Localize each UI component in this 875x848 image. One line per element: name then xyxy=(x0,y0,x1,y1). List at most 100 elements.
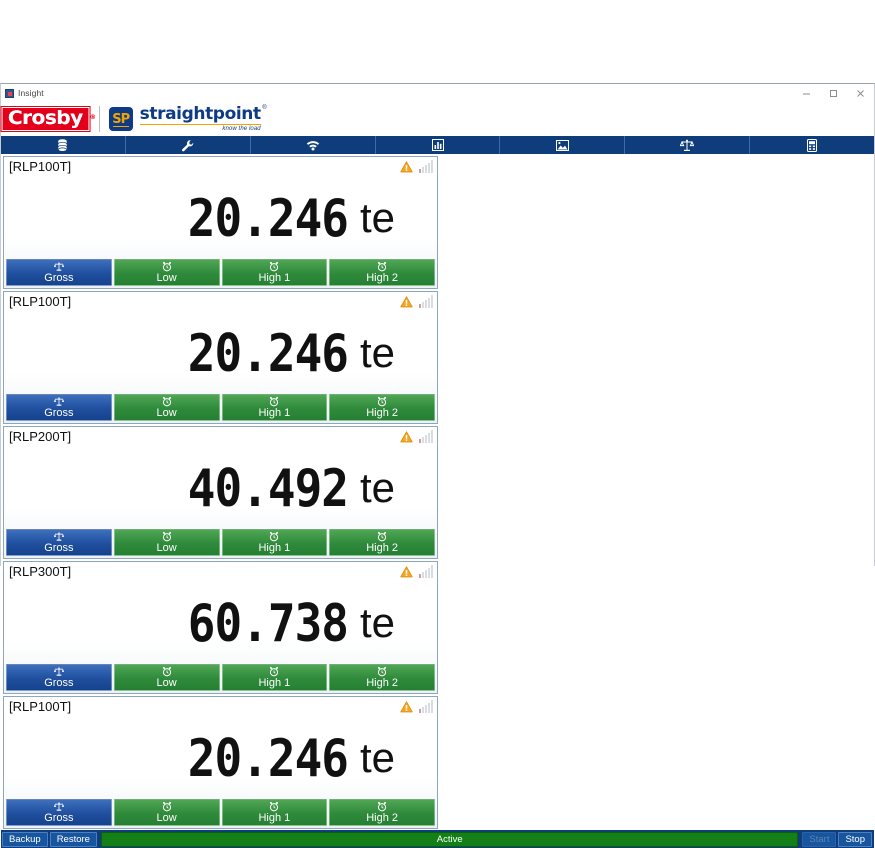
image-icon xyxy=(555,139,569,151)
window-title: Insight xyxy=(18,88,44,98)
alarm-clock-icon xyxy=(377,666,387,677)
alarm-clock-icon xyxy=(269,666,279,677)
panel-button-label: High 2 xyxy=(366,677,399,689)
measurement-panel[interactable]: [RLP100T] 20.246 te Gross Low High 1 High 2 xyxy=(3,696,438,829)
close-icon[interactable] xyxy=(847,84,874,102)
panel-status-icons xyxy=(400,699,433,713)
panel-button-low[interactable]: Low xyxy=(113,394,220,421)
measurement-panel[interactable]: [RLP200T] 40.492 te Gross Low High 1 High 2 xyxy=(3,426,438,559)
panel-button-high-2[interactable]: High 2 xyxy=(329,259,435,286)
warning-icon xyxy=(400,160,413,173)
scales-icon xyxy=(53,531,65,542)
panel-grid: [RLP100T] 20.246 te Gross Low High 1 High 2 [RL… xyxy=(2,155,874,830)
signal-strength-icon xyxy=(419,565,433,578)
panel-button-high-1[interactable]: High 1 xyxy=(221,259,328,286)
panel-title: [RLP100T] xyxy=(9,699,72,714)
panel-header: [RLP100T] xyxy=(4,292,437,312)
alarm-clock-icon xyxy=(269,801,279,812)
toolbar-item-image[interactable] xyxy=(500,136,626,154)
wifi-icon xyxy=(306,139,320,151)
start-button[interactable]: Start xyxy=(802,831,837,847)
scales-icon xyxy=(53,261,65,272)
panel-button-high-2[interactable]: High 2 xyxy=(329,394,435,421)
measurement-panel[interactable]: [RLP100T] 20.246 te Gross Low High 1 High 2 xyxy=(3,291,438,424)
minimize-icon[interactable] xyxy=(793,84,820,102)
reading-unit: te xyxy=(359,464,395,511)
bar-chart-icon xyxy=(431,139,444,151)
panel-button-high-2[interactable]: High 2 xyxy=(329,664,435,691)
restore-icon[interactable] xyxy=(820,84,847,102)
alarm-clock-icon xyxy=(269,396,279,407)
panel-title: [RLP100T] xyxy=(9,294,72,309)
panel-button-low[interactable]: Low xyxy=(113,799,220,826)
reading-unit: te xyxy=(359,599,395,646)
panel-button-high-1[interactable]: High 1 xyxy=(221,799,328,826)
stop-button[interactable]: Stop xyxy=(838,831,872,847)
panel-header: [RLP100T] xyxy=(4,697,437,717)
toolbar-item-database[interactable] xyxy=(1,136,126,154)
crosby-wordmark: Crosby xyxy=(7,107,83,129)
measurement-panel[interactable]: [RLP100T] 20.246 te Gross Low High 1 High 2 xyxy=(3,156,438,289)
panel-button-row: Gross Low High 1 High 2 xyxy=(4,664,437,693)
measurement-panel[interactable]: [RLP300T] 60.738 te Gross Low High 1 High 2 xyxy=(3,561,438,694)
title-bar-left: Insight xyxy=(1,88,44,98)
panel-button-label: Gross xyxy=(44,677,74,689)
panel-button-high-1[interactable]: High 1 xyxy=(221,664,328,691)
panel-button-high-1[interactable]: High 1 xyxy=(221,394,328,421)
toolbar-item-device[interactable] xyxy=(750,136,874,154)
signal-strength-icon xyxy=(419,700,433,713)
app-icon xyxy=(5,88,14,98)
straightpoint-logo: straightpoint ® know the load xyxy=(139,104,267,132)
panel-button-high-2[interactable]: High 2 xyxy=(329,529,435,556)
panel-header: [RLP200T] xyxy=(4,427,437,447)
panel-button-row: Gross Low High 1 High 2 xyxy=(4,799,437,828)
panel-button-label: Gross xyxy=(44,812,74,824)
reading-value: 20.246 xyxy=(187,727,349,789)
restore-button[interactable]: Restore xyxy=(49,831,97,847)
reading-value: 20.246 xyxy=(187,187,349,249)
panel-title: [RLP200T] xyxy=(9,429,72,444)
toolbar-item-tools[interactable] xyxy=(126,136,251,154)
warning-icon xyxy=(400,565,413,578)
status-text: Active xyxy=(436,833,463,845)
panel-button-low[interactable]: Low xyxy=(113,529,220,556)
panel-button-low[interactable]: Low xyxy=(113,664,220,691)
panel-button-label: Low xyxy=(156,407,177,419)
alarm-clock-icon xyxy=(269,261,279,272)
alarm-clock-icon xyxy=(377,801,387,812)
panel-button-gross[interactable]: Gross xyxy=(6,529,112,556)
panel-button-label: High 1 xyxy=(258,812,291,824)
panel-title: [RLP300T] xyxy=(9,564,72,579)
straightpoint-badge-text: SP xyxy=(112,111,130,127)
panel-button-label: Low xyxy=(156,677,177,689)
panel-button-row: Gross Low High 1 High 2 xyxy=(4,529,437,558)
panel-button-low[interactable]: Low xyxy=(113,259,220,286)
panel-status-icons xyxy=(400,159,433,173)
status-bar: Backup Restore Active Start Stop xyxy=(1,830,874,848)
backup-button[interactable]: Backup xyxy=(2,831,48,847)
panel-button-gross[interactable]: Gross xyxy=(6,394,112,421)
panel-button-gross[interactable]: Gross xyxy=(6,259,112,286)
toolbar-item-charts[interactable] xyxy=(376,136,501,154)
alarm-clock-icon xyxy=(162,666,172,677)
status-progress-bar: Active xyxy=(100,831,799,847)
toolbar-item-calibration[interactable] xyxy=(625,136,751,154)
panel-header: [RLP300T] xyxy=(4,562,437,582)
alarm-clock-icon xyxy=(377,531,387,542)
panel-button-high-2[interactable]: High 2 xyxy=(329,799,435,826)
window-controls xyxy=(793,84,874,102)
toolbar-item-wireless[interactable] xyxy=(251,136,376,154)
panel-status-icons xyxy=(400,429,433,443)
panel-button-gross[interactable]: Gross xyxy=(6,799,112,826)
panel-status-icons xyxy=(400,564,433,578)
status-bar-actions: Start Stop xyxy=(802,831,872,847)
panel-button-high-1[interactable]: High 1 xyxy=(221,529,328,556)
straightpoint-wordmark: straightpoint xyxy=(139,104,261,124)
alarm-clock-icon xyxy=(162,396,172,407)
straightpoint-badge-icon: SP xyxy=(108,107,133,131)
reading-unit: te xyxy=(359,194,395,241)
panel-button-gross[interactable]: Gross xyxy=(6,664,112,691)
warning-icon xyxy=(400,430,413,443)
title-bar: Insight xyxy=(1,84,874,102)
panel-status-icons xyxy=(400,294,433,308)
